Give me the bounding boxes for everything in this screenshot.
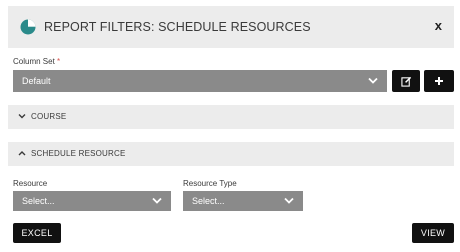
resource-type-label: Resource Type: [183, 179, 237, 188]
chevron-down-icon: [284, 197, 294, 204]
column-set-label-text: Column Set: [13, 57, 55, 66]
resource-label: Resource: [13, 179, 48, 188]
section-schedule-resource-label: SCHEDULE RESOURCE: [31, 149, 126, 158]
chevron-down-icon: [368, 77, 378, 84]
pie-chart-icon: [20, 19, 36, 35]
chevron-down-icon: [152, 197, 162, 204]
view-button[interactable]: VIEW: [412, 223, 454, 243]
resource-type-value: Select...: [192, 196, 225, 206]
section-schedule-resource[interactable]: SCHEDULE RESOURCE: [8, 142, 454, 166]
chevron-down-icon: [18, 114, 26, 119]
edit-column-set-button[interactable]: [392, 70, 420, 92]
section-course-label: COURSE: [31, 112, 67, 121]
resource-type-select[interactable]: Select...: [183, 191, 303, 211]
chevron-up-icon: [18, 151, 26, 156]
column-set-label: Column Set *: [13, 57, 60, 66]
plus-icon: [435, 77, 443, 85]
close-icon[interactable]: x: [435, 18, 442, 33]
required-marker: *: [57, 57, 61, 66]
dialog-header: REPORT FILTERS: SCHEDULE RESOURCES x: [8, 6, 454, 48]
resource-select[interactable]: Select...: [13, 191, 171, 211]
column-set-select[interactable]: Default: [13, 70, 387, 92]
add-column-set-button[interactable]: [424, 70, 454, 92]
excel-button-label: EXCEL: [21, 228, 53, 238]
edit-icon: [400, 76, 411, 87]
resource-value: Select...: [22, 196, 55, 206]
excel-button[interactable]: EXCEL: [13, 223, 61, 243]
column-set-value: Default: [22, 76, 51, 86]
dialog-title: REPORT FILTERS: SCHEDULE RESOURCES: [44, 20, 311, 34]
view-button-label: VIEW: [420, 228, 446, 238]
section-course[interactable]: COURSE: [8, 105, 454, 129]
